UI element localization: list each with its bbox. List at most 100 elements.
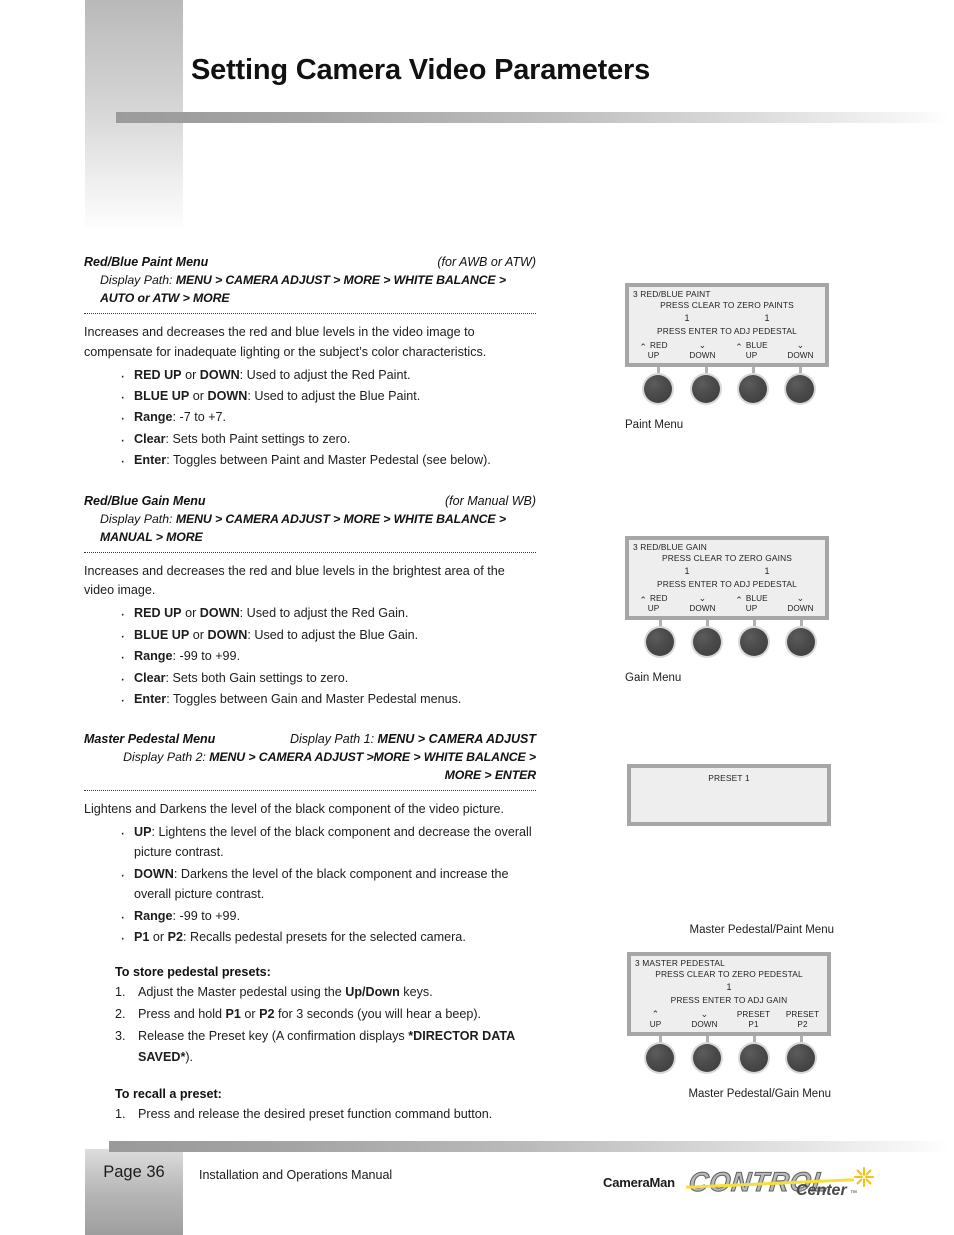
bullet-text: : -99 to +99. <box>172 649 241 664</box>
lcd-key-legend: ⌃ RED UP ⌄ DOWN ⌃ BLUE UP ⌄ DOWN <box>629 593 825 614</box>
bullet-term-2: P2 <box>167 930 184 945</box>
list-item: BLUE UP or DOWN: Used to adjust the Blue… <box>120 624 536 650</box>
bullet-term-2: DOWN <box>199 367 240 382</box>
list-item: RED UP or DOWN: Used to adjust the Red G… <box>120 602 536 628</box>
key-label-preset: PRESET <box>736 1010 771 1019</box>
panel-button-3[interactable] <box>740 1044 768 1072</box>
key-group-red: RED <box>650 341 668 350</box>
panel-button-4[interactable] <box>786 375 814 403</box>
panel-button-4[interactable] <box>787 628 815 656</box>
list-item: UP: Lightens the level of the black comp… <box>120 821 536 863</box>
diagram-caption-master-pedestal-paint: Master Pedestal/Paint Menu <box>689 924 834 936</box>
logo-product-suffix: Center <box>796 1182 847 1199</box>
key-blue-down: ⌄ DOWN <box>776 593 825 614</box>
bullet-term: Range <box>134 410 173 425</box>
section-heading-note: (for Manual WB) <box>445 493 536 508</box>
panel-button-4[interactable] <box>787 1044 815 1072</box>
bullet-text: : -7 to +7. <box>172 410 227 425</box>
key-red-down: ⌄ DOWN <box>678 340 727 361</box>
display-path: Display Path: MENU > CAMERA ADJUST > MOR… <box>84 511 536 547</box>
step-text: Press and release the desired preset fun… <box>138 1107 493 1122</box>
key-group-blue: BLUE <box>745 594 768 603</box>
lcd-title: 3 RED/BLUE PAINT <box>633 289 711 299</box>
bullet-text: : Used to adjust the Red Paint. <box>239 367 411 382</box>
logo-brand-text: CameraMan <box>603 1175 675 1190</box>
key-label: DOWN <box>787 351 814 360</box>
lcd-display: 3 MASTER PEDESTAL PRESS CLEAR TO ZERO PE… <box>627 952 831 1036</box>
panel-button-1[interactable] <box>644 375 672 403</box>
step-text-tail: ). <box>185 1050 194 1065</box>
bullet-text: : Used to adjust the Blue Gain. <box>247 627 419 642</box>
lcd-value-red: 1 <box>684 566 690 576</box>
chevron-up-icon: ⌃ <box>735 342 743 352</box>
section-master-pedestal: Master Pedestal Menu Display Path 1: MEN… <box>84 732 536 952</box>
panel-button-2[interactable] <box>693 628 721 656</box>
section-heading: Red/Blue Gain Menu (for Manual WB) <box>84 494 536 510</box>
panel-button-1[interactable] <box>646 1044 674 1072</box>
panel-button-3[interactable] <box>740 628 768 656</box>
bullet-conjunction: or <box>189 389 208 404</box>
control-center-logo: CameraMan CONTROL Center ™ <box>603 1166 874 1204</box>
panel-button-2[interactable] <box>693 1044 721 1072</box>
bullet-conjunction: or <box>181 606 200 621</box>
panel-button-2[interactable] <box>692 375 720 403</box>
key-label: DOWN <box>689 604 716 613</box>
bullet-text: : Recalls pedestal presets for the selec… <box>183 930 466 945</box>
diagram-caption: Master Pedestal/Gain Menu <box>688 1088 831 1100</box>
button-row <box>625 367 829 413</box>
lcd-instruction-1: PRESS CLEAR TO ZERO PAINTS <box>660 300 794 310</box>
procedure-step-list: Press and release the desired preset fun… <box>84 1104 536 1126</box>
key-label: UP <box>745 604 758 613</box>
step-text: Adjust the Master pedestal using the <box>138 985 346 1000</box>
list-item: Range: -99 to +99. <box>120 905 536 931</box>
key-label: DOWN <box>691 1020 718 1029</box>
procedure-recall-preset: To recall a preset: Press and release th… <box>84 1087 536 1126</box>
list-item: Press and hold P1 or P2 for 3 seconds (y… <box>115 1004 536 1026</box>
lcd-title: 3 RED/BLUE GAIN <box>633 542 707 552</box>
chevron-down-icon: ⌄ <box>698 593 707 603</box>
sidebar-gradient-bottom <box>85 1149 183 1235</box>
key-red-up: ⌃ RED UP <box>629 340 678 361</box>
lcd-inner: 3 MASTER PEDESTAL PRESS CLEAR TO ZERO PE… <box>631 958 827 1034</box>
chevron-up-icon: ⌃ <box>651 1009 660 1019</box>
button-row <box>627 1036 831 1082</box>
key-group-blue: BLUE <box>745 341 768 350</box>
panel-button-1[interactable] <box>646 628 674 656</box>
bullet-term: BLUE UP <box>134 389 190 404</box>
bullet-text: : Darkens the level of the black compone… <box>134 866 509 902</box>
chevron-up-icon: ⌃ <box>639 342 648 352</box>
lcd-value-pedestal: 1 <box>726 982 732 992</box>
panel-button-3[interactable] <box>739 375 767 403</box>
section-heading-text: Red/Blue Paint Menu <box>84 255 209 269</box>
section-intro: Lightens and Darkens the level of the bl… <box>84 802 505 817</box>
step-emphasis: Up/Down <box>345 985 400 1000</box>
list-item: BLUE UP or DOWN: Used to adjust the Blue… <box>120 385 536 411</box>
lcd-display: 3 RED/BLUE PAINT PRESS CLEAR TO ZERO PAI… <box>625 283 829 367</box>
chevron-down-icon: ⌄ <box>796 593 805 603</box>
footer-rule <box>109 1141 950 1152</box>
bullet-term: Enter <box>134 453 167 468</box>
key-label: UP <box>647 351 660 360</box>
lcd-values: 1 1 <box>629 566 825 576</box>
key-up: ⌃ UP <box>631 1009 680 1030</box>
lcd-display: 3 RED/BLUE GAIN PRESS CLEAR TO ZERO GAIN… <box>625 536 829 620</box>
key-label: P2 <box>797 1020 808 1029</box>
bullet-term: Range <box>134 649 173 664</box>
key-blue-up: ⌃ BLUE UP <box>727 340 776 361</box>
lcd-instruction-1: PRESS CLEAR TO ZERO PEDESTAL <box>655 969 803 979</box>
section-heading: Master Pedestal Menu Display Path 1: MEN… <box>84 732 536 748</box>
display-path-2-value: MENU > CAMERA ADJUST >MORE > WHITE BALAN… <box>209 750 536 783</box>
key-down: ⌄ DOWN <box>680 1009 729 1030</box>
section-divider <box>84 551 536 553</box>
diagram-master-pedestal-menu: 3 MASTER PEDESTAL PRESS CLEAR TO ZERO PE… <box>627 952 831 1100</box>
procedure-title: To store pedestal presets: <box>115 965 271 980</box>
section-bullet-list: RED UP or DOWN: Used to adjust the Red G… <box>84 602 536 714</box>
lcd-values: 1 <box>631 982 827 992</box>
chevron-up-icon: ⌃ <box>735 595 743 605</box>
bullet-text: : Lightens the level of the black compon… <box>134 825 532 860</box>
procedure-title: To recall a preset: <box>115 1087 222 1102</box>
key-label: UP <box>649 1020 662 1029</box>
bullet-text: : Sets both Paint settings to zero. <box>165 431 351 446</box>
list-item: Range: -99 to +99. <box>120 645 536 671</box>
